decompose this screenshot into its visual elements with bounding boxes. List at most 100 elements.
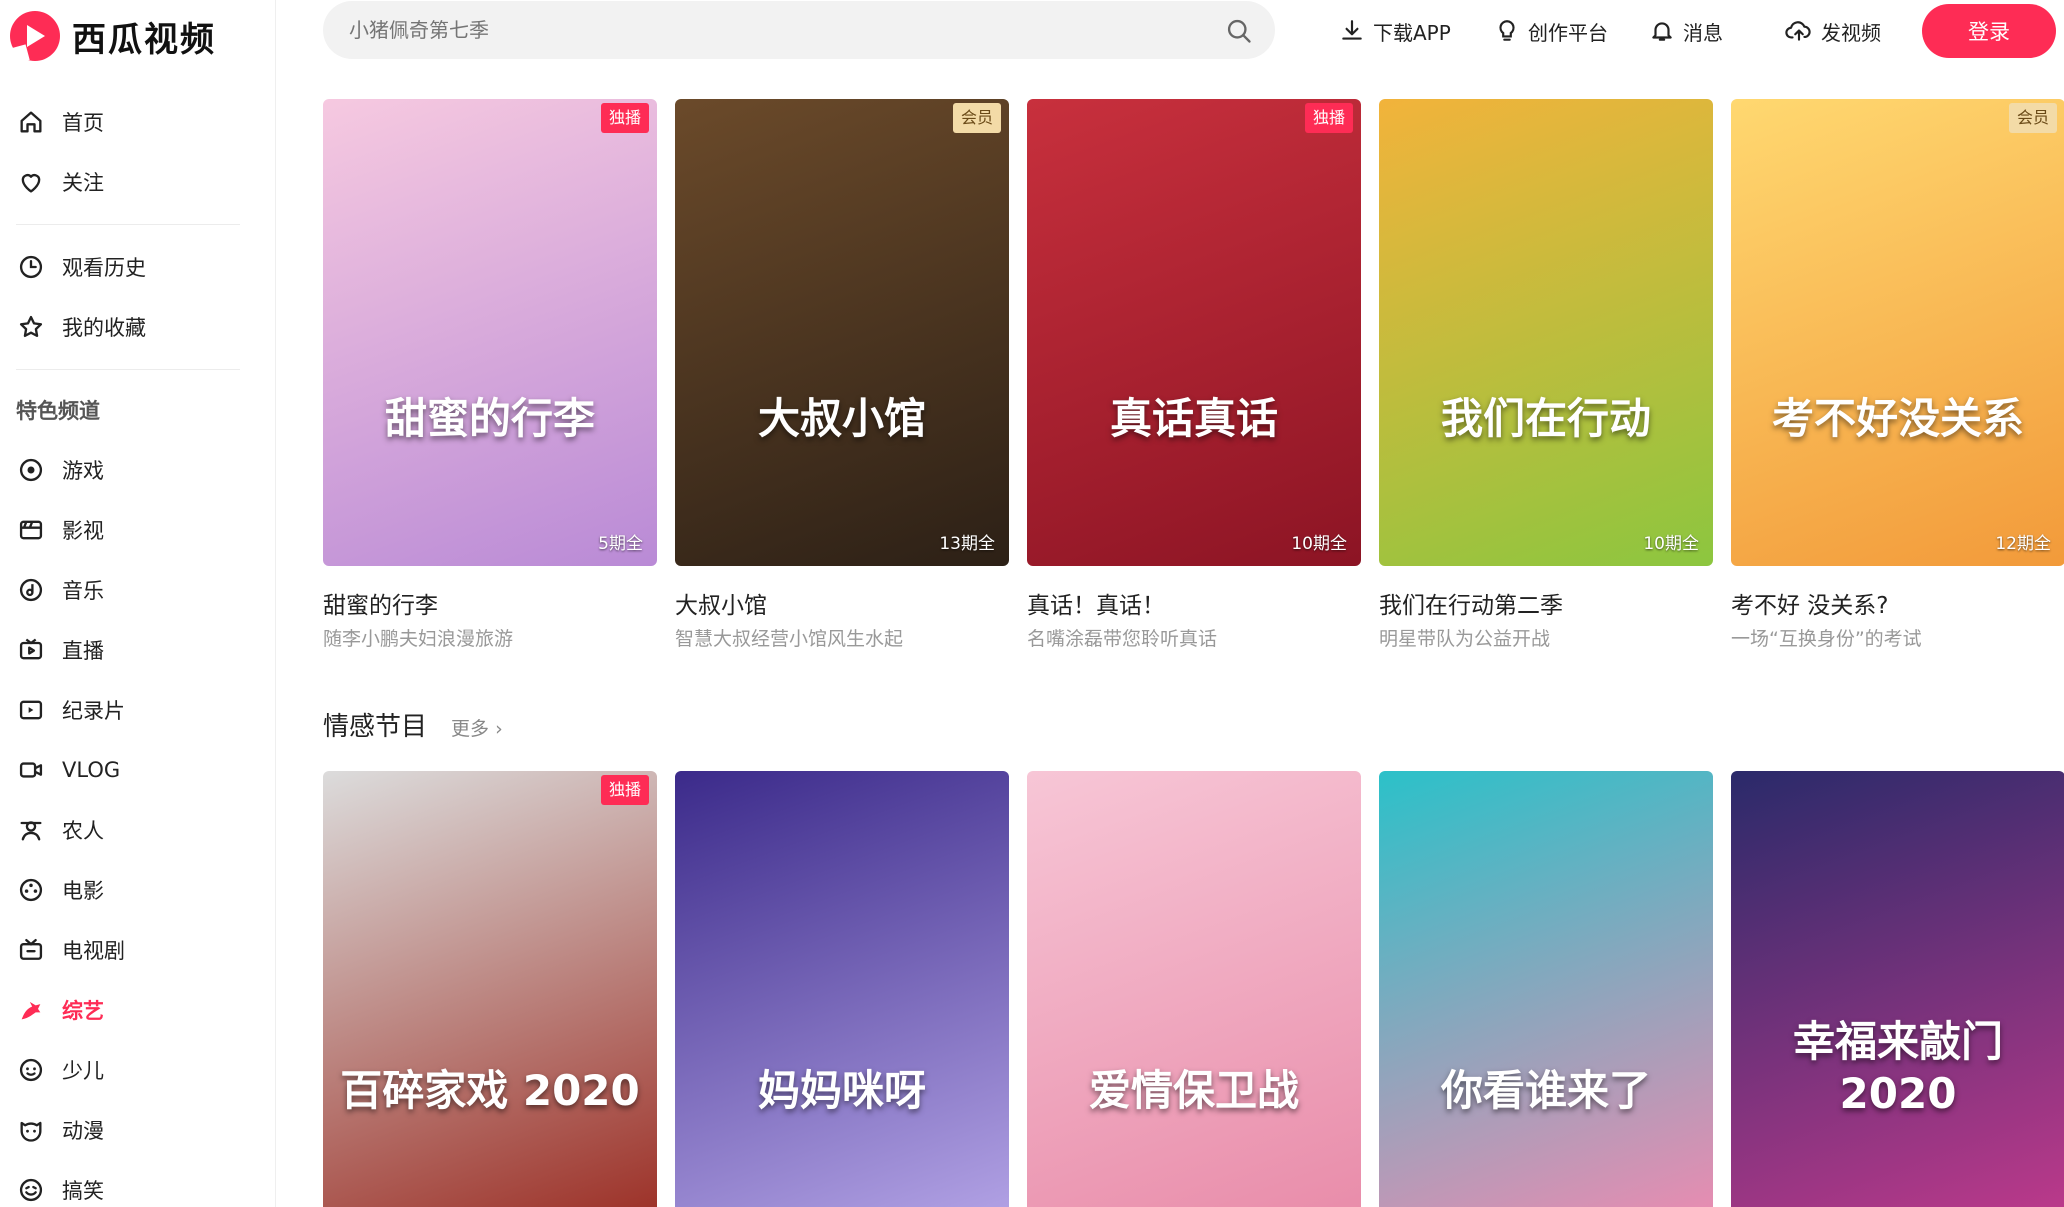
more-link[interactable]: 更多 › <box>451 714 503 741</box>
sidebar-item-label: 游戏 <box>62 459 104 483</box>
xigua-logo-icon <box>10 11 60 61</box>
vip-badge: 会员 <box>2008 103 2057 133</box>
upload-video-button[interactable]: 发视频 <box>1785 14 1881 48</box>
episode-count: 12期全 <box>1995 534 2051 554</box>
show-card[interactable]: 妈妈咪呀 <box>675 771 1009 1207</box>
sidebar-item-clock[interactable]: 观看历史 <box>0 237 276 297</box>
sidebar-item-label: 音乐 <box>62 579 104 603</box>
show-title[interactable]: 我们在行动第二季 <box>1379 586 1713 619</box>
show-card[interactable]: 真话真话 独播 10期全真话！真话！ 名嘴涂磊带您聆听真话 <box>1027 99 1361 651</box>
show-poster[interactable]: 爱情保卫战 <box>1027 771 1361 1207</box>
star-icon <box>16 312 46 342</box>
poster-logo-text: 爱情保卫战 <box>1088 1066 1299 1115</box>
show-title[interactable]: 大叔小馆 <box>675 586 1009 619</box>
sidebar-item-label: 搞笑 <box>62 1179 104 1203</box>
sidebar-item-movie-reel[interactable]: 电影 <box>0 860 276 920</box>
show-poster[interactable]: 我们在行动 10期全 <box>1379 99 1713 566</box>
funny-icon <box>16 1175 46 1205</box>
sidebar-item-kids[interactable]: 少儿 <box>0 1040 276 1100</box>
search-input[interactable] <box>323 1 1203 59</box>
top-header: 下载APP 创作平台 消息 发视频 登录 <box>277 0 2064 62</box>
show-subtitle: 随李小鹏夫妇浪漫旅游 <box>323 628 514 650</box>
section-title: 情感节目 <box>323 712 428 742</box>
sidebar-item-music[interactable]: 音乐 <box>0 560 276 620</box>
sidebar-item-documentary[interactable]: 纪录片 <box>0 680 276 740</box>
show-poster[interactable]: 百碎家戏 2020 独播 <box>323 771 657 1207</box>
game-icon <box>16 455 46 485</box>
logo[interactable]: 西瓜视频 <box>10 10 216 62</box>
variety-icon <box>16 995 46 1025</box>
show-card[interactable]: 甜蜜的行李 独播 5期全甜蜜的行李随李小鹏夫妇浪漫旅游 <box>323 99 657 651</box>
download-label: 下载APP <box>1373 20 1451 45</box>
sidebar-item-label: 少儿 <box>62 1059 104 1083</box>
show-poster[interactable]: 甜蜜的行李 独播 5期全 <box>323 99 657 566</box>
sidebar-item-heart[interactable]: 关注 <box>0 152 276 212</box>
episode-count: 13期全 <box>939 534 995 554</box>
sidebar-item-label: 农人 <box>62 819 104 843</box>
show-title[interactable]: 甜蜜的行李 <box>323 586 657 619</box>
sidebar-item-label: 纪录片 <box>62 699 125 723</box>
sidebar-item-label: 电视剧 <box>62 939 125 963</box>
show-subtitle: 名嘴涂磊带您聆听真话 <box>1027 628 1218 650</box>
sidebar-item-funny[interactable]: 搞笑 <box>0 1160 276 1207</box>
heart-icon <box>16 167 46 197</box>
sidebar-item-home[interactable]: 首页 <box>0 92 276 152</box>
show-subtitle: 明星带队为公益开战 <box>1379 628 1551 650</box>
sidebar: 西瓜视频 首页 关注 观看历史我的收藏 特色频道 游戏影视音乐直播纪录片 VLOG 农… <box>0 0 276 1207</box>
show-poster[interactable]: 考不好没关系 会员 12期全 <box>1731 99 2064 566</box>
creator-platform-button[interactable]: 创作平台 <box>1494 14 1608 48</box>
exclusive-badge: 独播 <box>600 775 649 805</box>
sidebar-item-vlog[interactable]: VLOG <box>0 740 276 800</box>
sidebar-item-game[interactable]: 游戏 <box>0 440 276 500</box>
poster-logo-text: 大叔小馆 <box>757 394 926 443</box>
show-title[interactable]: 考不好 没关系? <box>1731 586 2064 619</box>
sidebar-item-label: 我的收藏 <box>62 316 146 340</box>
search-icon[interactable] <box>1225 17 1253 45</box>
download-app-button[interactable]: 下载APP <box>1339 14 1451 48</box>
poster-logo-text: 幸福来敲门 2020 <box>1792 1017 2003 1118</box>
sidebar-nav: 首页 关注 观看历史我的收藏 特色频道 游戏影视音乐直播纪录片 VLOG 农人电影电视… <box>0 92 276 1207</box>
show-card[interactable]: 幸福来敲门 2020 <box>1731 771 2064 1207</box>
upload-label: 发视频 <box>1821 20 1881 45</box>
login-button[interactable]: 登录 <box>1922 4 2056 58</box>
messages-button[interactable]: 消息 <box>1649 14 1723 48</box>
movie-reel-icon <box>16 875 46 905</box>
show-poster[interactable]: 大叔小馆 会员 13期全 <box>675 99 1009 566</box>
sidebar-item-farmer[interactable]: 农人 <box>0 800 276 860</box>
sidebar-item-label: VLOG <box>62 758 121 782</box>
sidebar-item-live[interactable]: 直播 <box>0 620 276 680</box>
show-card[interactable]: 我们在行动 10期全我们在行动第二季明星带队为公益开战 <box>1379 99 1713 651</box>
bulb-icon <box>1499 20 1515 41</box>
show-card[interactable]: 爱情保卫战 <box>1027 771 1361 1207</box>
sidebar-section-title: 特色频道 <box>16 399 100 423</box>
show-poster[interactable]: 你看谁来了 <box>1379 771 1713 1207</box>
show-card[interactable]: 你看谁来了 <box>1379 771 1713 1207</box>
sidebar-item-variety[interactable]: 综艺 <box>0 980 276 1040</box>
show-poster[interactable]: 幸福来敲门 2020 <box>1731 771 2064 1207</box>
poster-logo-text: 真话真话 <box>1109 394 1278 443</box>
exclusive-badge: 独播 <box>600 103 649 133</box>
music-icon <box>16 575 46 605</box>
sidebar-item-label: 直播 <box>62 639 104 663</box>
sidebar-item-tv[interactable]: 电视剧 <box>0 920 276 980</box>
sidebar-item-anime[interactable]: 动漫 <box>0 1100 276 1160</box>
show-title[interactable]: 真话！真话！ <box>1027 586 1361 619</box>
clock-icon <box>16 252 46 282</box>
sidebar-item-film[interactable]: 影视 <box>0 500 276 560</box>
main-content: 甜蜜的行李 独播 5期全 甜蜜的行李 随李小鹏夫妇浪漫旅游 大叔小馆 会员 13期全 大叔小馆智… <box>277 62 2064 1207</box>
show-poster[interactable]: 真话真话 独播 10期全 <box>1027 99 1361 566</box>
film-icon <box>16 515 46 545</box>
sidebar-item-star[interactable]: 我的收藏 <box>0 297 276 357</box>
home-icon <box>16 107 46 137</box>
poster-logo-text: 考不好没关系 <box>1771 394 2024 443</box>
show-card[interactable]: 考不好没关系 会员 12期全考不好 没关系? 一场“互换身份”的考试 <box>1731 99 2064 651</box>
show-card[interactable]: 大叔小馆 会员 13期全 大叔小馆 智慧大叔经营小馆风生水起 <box>675 99 1009 651</box>
kids-icon <box>16 1055 46 1085</box>
sidebar-item-label: 综艺 <box>62 999 104 1023</box>
show-subtitle: 智慧大叔经营小馆风生水起 <box>675 628 904 650</box>
anime-icon <box>16 1115 46 1145</box>
show-card[interactable]: 百碎家戏 2020 独播 <box>323 771 657 1207</box>
show-poster[interactable]: 妈妈咪呀 <box>675 771 1009 1207</box>
cloud-upload-icon <box>1785 21 1811 41</box>
show-subtitle: 一场“互换身份”的考试 <box>1731 628 1922 650</box>
